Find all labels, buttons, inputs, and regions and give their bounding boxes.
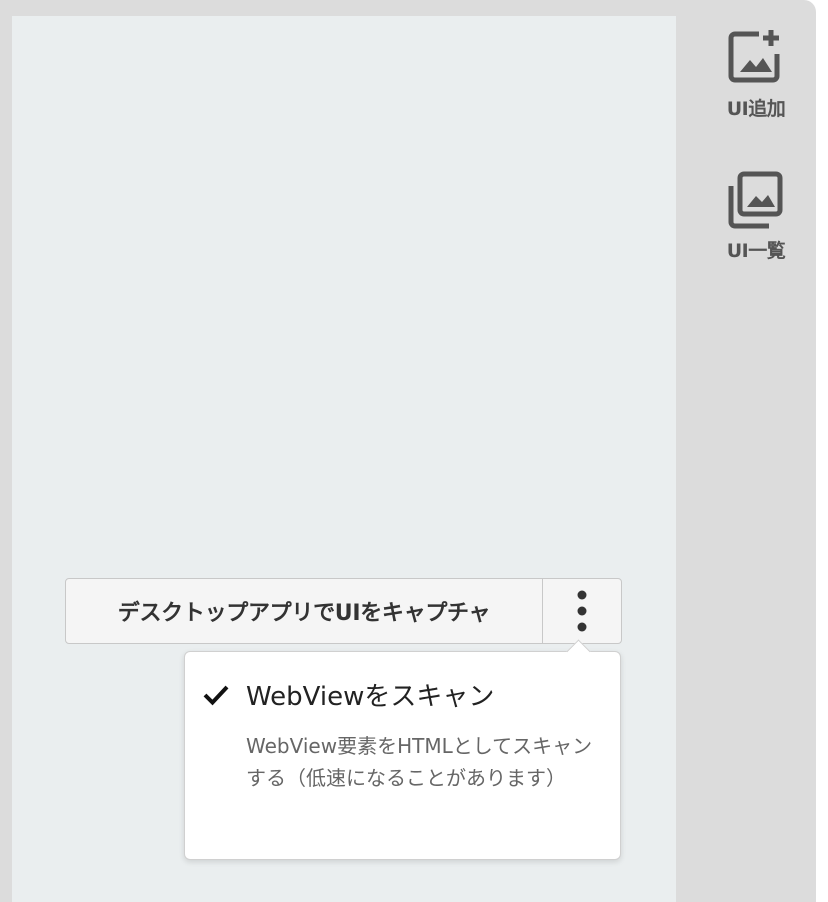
capture-desktop-app-button[interactable]: デスクトップアプリでUIをキャプチャ: [66, 579, 543, 643]
sidebar-item-label: UI追加: [726, 98, 786, 120]
sidebar-item-add-ui[interactable]: UI追加: [720, 28, 792, 121]
sidebar-item-label: UI一覧: [726, 240, 786, 262]
more-options-button[interactable]: [543, 579, 621, 643]
menu-option-description: WebView要素をHTMLとしてスキャンする（低速になることがあります）: [246, 734, 593, 790]
checkmark-icon: [203, 685, 229, 706]
menu-option-scan-webview[interactable]: WebViewをスキャン WebView要素をHTMLとしてスキャンする（低速に…: [185, 652, 620, 859]
image-library-icon: [728, 171, 783, 229]
sidebar-item-ui-list[interactable]: UI一覧: [720, 170, 792, 263]
add-image-icon: [728, 30, 780, 83]
vertical-dots-icon: [577, 590, 587, 632]
sidebar: UI追加 UI一覧: [676, 0, 816, 902]
app-window: UI追加 UI一覧 デスクトップアプリでUIをキャプチャ WebViewをスキャ…: [0, 0, 816, 902]
menu-option-title: WebViewをスキャン: [246, 682, 495, 712]
capture-options-menu: WebViewをスキャン WebView要素をHTMLとしてスキャンする（低速に…: [184, 639, 621, 860]
capture-split-button: デスクトップアプリでUIをキャプチャ: [65, 578, 622, 644]
